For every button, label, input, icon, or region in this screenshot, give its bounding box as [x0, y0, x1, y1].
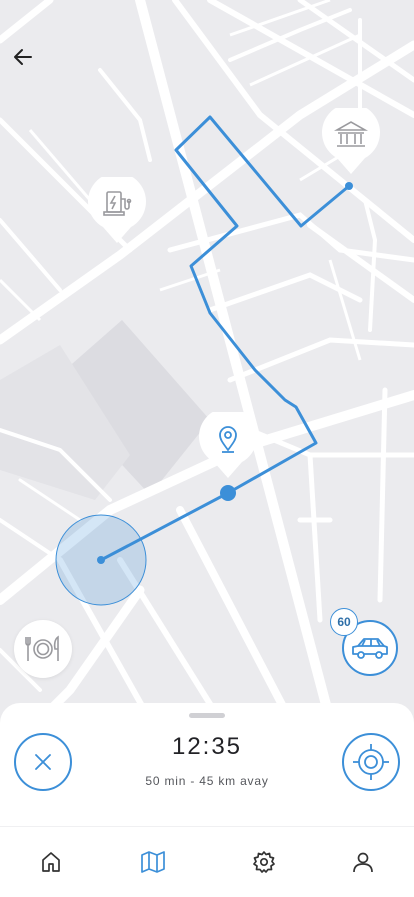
current-location-dot [97, 556, 105, 564]
back-button[interactable] [6, 40, 40, 74]
tab-map[interactable] [138, 847, 168, 877]
restaurant-icon [25, 635, 59, 661]
poi-bank[interactable] [321, 103, 381, 176]
vehicle-widget[interactable]: 60 [330, 608, 402, 680]
arrow-left-icon [14, 49, 32, 65]
bottom-tab-bar [0, 826, 414, 897]
poi-location[interactable] [198, 407, 258, 480]
speed-limit-badge: 60 [330, 608, 358, 636]
recenter-button[interactable] [342, 733, 400, 791]
trip-sheet: 12:35 50 min - 45 km avay [0, 703, 414, 826]
car-icon [352, 638, 388, 659]
waypoint-dot [220, 485, 236, 501]
map-icon [141, 851, 165, 873]
poi-restaurant[interactable] [14, 620, 72, 678]
destination-dot [345, 182, 353, 190]
sheet-handle[interactable] [189, 713, 225, 718]
crosshair-icon [353, 744, 389, 780]
user-icon [353, 852, 373, 873]
tab-home[interactable] [36, 847, 66, 877]
home-icon [42, 852, 60, 872]
tab-settings[interactable] [249, 847, 279, 877]
gear-icon [253, 851, 275, 873]
poi-ev-charging[interactable] [87, 172, 147, 245]
tab-profile[interactable] [348, 847, 378, 877]
